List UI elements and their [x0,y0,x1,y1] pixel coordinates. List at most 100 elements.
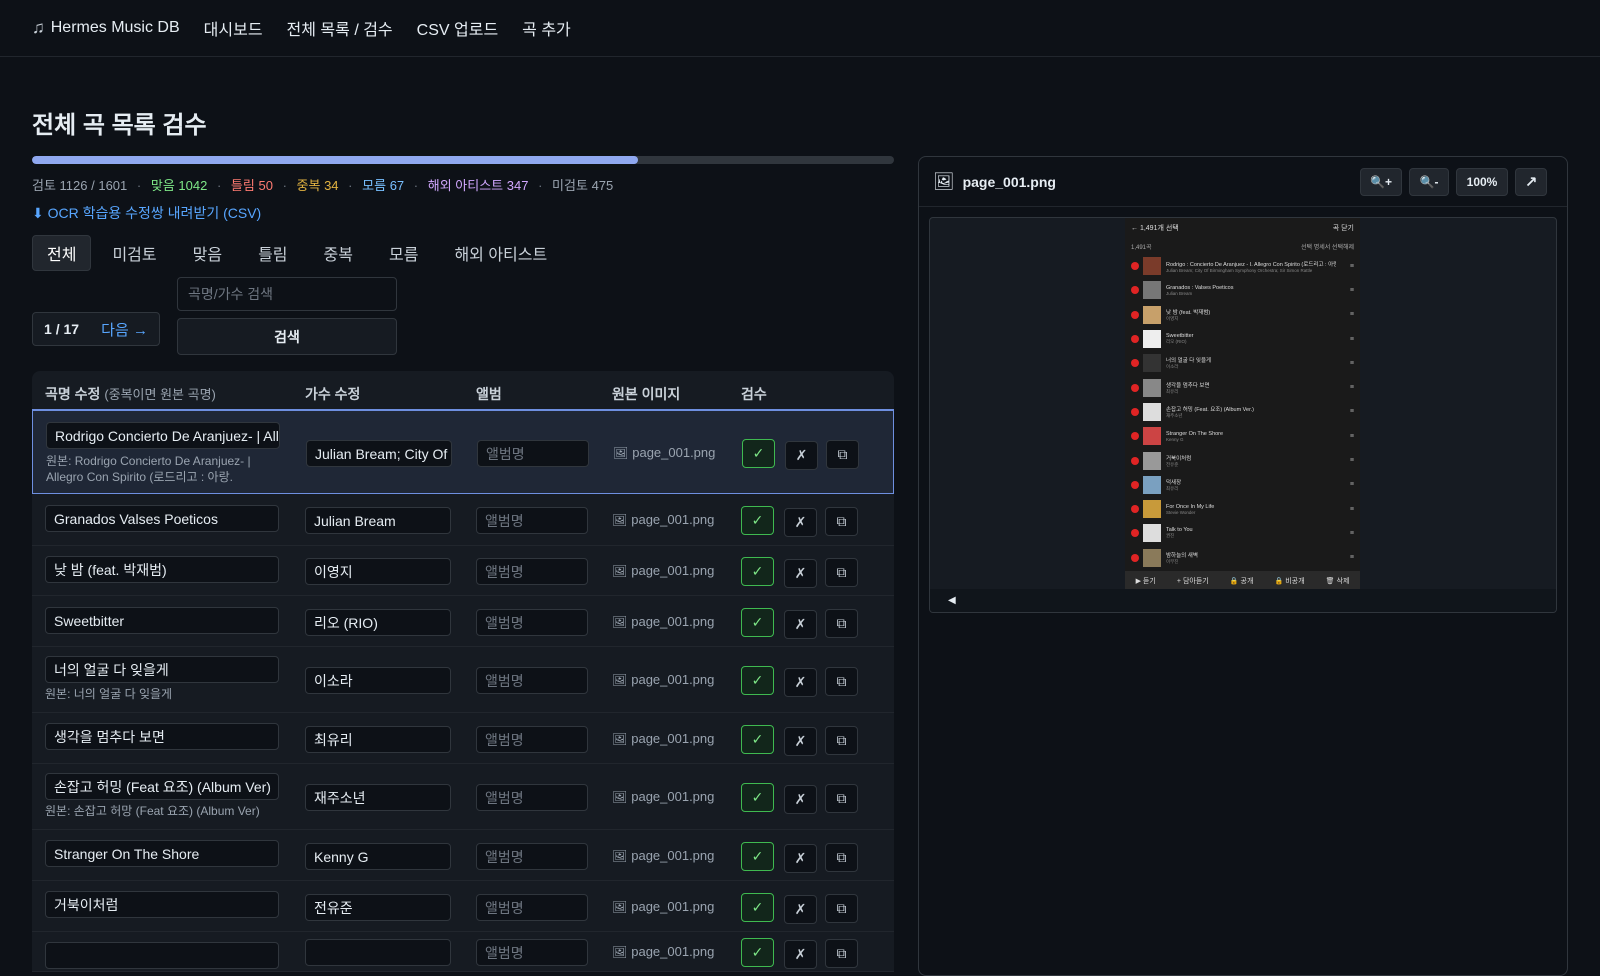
tab-foreign[interactable]: 해외 아티스트 [439,235,562,271]
tab-wrong[interactable]: 틀림 [243,235,302,271]
mark-correct-button[interactable]: ✓ [741,608,774,637]
mark-duplicate-button[interactable]: ⧉ [825,843,858,872]
artist-edit-input[interactable]: 이영지 [305,558,451,585]
artist-edit-input[interactable]: Julian Bream [305,507,451,534]
table-row[interactable]: Rodrigo Concierto De Aranjuez- | Allegro… [32,411,894,494]
artist-edit-input[interactable]: 재주소년 [305,784,451,811]
artist-edit-input[interactable] [305,939,451,966]
source-image-link[interactable]: 🖼 page_001.png [612,614,714,629]
mark-wrong-button[interactable]: ✗ [784,559,817,588]
album-input[interactable]: 앨범명 [476,558,588,585]
mark-wrong-button[interactable]: ✗ [784,727,817,756]
mark-correct-button[interactable]: ✓ [741,783,774,812]
nav-csv-upload[interactable]: CSV 업로드 [417,16,499,40]
title-edit-input[interactable]: Rodrigo Concierto De Aranjuez- | Allegro… [46,422,280,449]
search-button[interactable]: 검색 [177,318,397,355]
mark-wrong-button[interactable]: ✗ [785,441,818,470]
album-input[interactable]: 앨범명 [476,843,588,870]
mark-duplicate-button[interactable]: ⧉ [825,726,858,755]
mark-correct-button[interactable]: ✓ [741,938,774,967]
title-edit-input[interactable]: 거북이처럼 [45,891,279,918]
mark-correct-button[interactable]: ✓ [741,666,774,695]
mark-wrong-button[interactable]: ✗ [784,940,817,969]
table-row[interactable]: Stranger On The Shore Kenny G 앨범명 🖼 page… [32,830,894,881]
tab-ok[interactable]: 맞음 [178,235,237,271]
album-input[interactable]: 앨범명 [476,667,588,694]
title-edit-input[interactable]: 손잡고 허밍 (Feat 요조) (Album Ver) [45,773,279,800]
title-edit-input[interactable]: Sweetbitter [45,607,279,634]
mark-duplicate-button[interactable]: ⧉ [825,609,858,638]
mark-duplicate-button[interactable]: ⧉ [825,894,858,923]
title-edit-input[interactable]: 너의 얼굴 다 잊을게 [45,656,279,683]
zoom-out-button[interactable]: 🔍- [1409,168,1449,196]
album-input[interactable]: 앨범명 [476,939,588,966]
tab-pending[interactable]: 미검토 [97,235,171,271]
table-row[interactable]: 앨범명 🖼 page_001.png ✓ ✗ ⧉ [32,932,894,972]
nav-add-song[interactable]: 곡 추가 [522,16,571,40]
mark-wrong-button[interactable]: ✗ [784,610,817,639]
viewer-scrollbar[interactable]: ◀ [930,589,1556,612]
mark-duplicate-button[interactable]: ⧉ [825,667,858,696]
mark-correct-button[interactable]: ✓ [741,506,774,535]
open-external-button[interactable]: ↗ [1515,168,1547,196]
source-image-link[interactable]: 🖼 page_001.png [612,944,714,959]
mark-correct-button[interactable]: ✓ [741,842,774,871]
table-row[interactable]: 낮 밤 (feat. 박재범) 이영지 앨범명 🖼 page_001.png ✓… [32,546,894,596]
source-image-link[interactable]: 🖼 page_001.png [612,789,714,804]
next-page-link[interactable]: 다음 → [101,319,148,340]
mark-wrong-button[interactable]: ✗ [784,668,817,697]
source-image-link[interactable]: 🖼 page_001.png [612,512,714,527]
mark-wrong-button[interactable]: ✗ [784,844,817,873]
table-row[interactable]: 손잡고 허밍 (Feat 요조) (Album Ver) 원본: 손잡고 허망 … [32,764,894,830]
album-input[interactable]: 앨범명 [476,609,588,636]
title-edit-input[interactable]: Stranger On The Shore [45,840,279,867]
title-edit-input[interactable] [45,942,279,969]
album-input[interactable]: 앨범명 [477,440,589,467]
artist-edit-input[interactable]: 최유리 [305,726,451,753]
title-edit-input[interactable]: Granados Valses Poeticos [45,505,279,532]
artist-edit-input[interactable]: Kenny G [305,843,451,870]
title-edit-input[interactable]: 낮 밤 (feat. 박재범) [45,556,279,583]
table-row[interactable]: 생각을 멈추다 보면 최유리 앨범명 🖼 page_001.png ✓ ✗ ⧉ [32,713,894,764]
source-image-link[interactable]: 🖼 page_001.png [612,848,714,863]
mark-correct-button[interactable]: ✓ [742,439,775,468]
table-row[interactable]: Granados Valses Poeticos Julian Bream 앨범… [32,494,894,546]
artist-edit-input[interactable]: 리오 (RIO) [305,609,451,636]
source-image-link[interactable]: 🖼 page_001.png [612,672,714,687]
title-edit-input[interactable]: 생각을 멈추다 보면 [45,723,279,750]
mark-correct-button[interactable]: ✓ [741,725,774,754]
mark-duplicate-button[interactable]: ⧉ [825,507,858,536]
source-image-link[interactable]: 🖼 page_001.png [612,731,714,746]
brand[interactable]: ♫ Hermes Music DB [32,18,180,38]
artist-edit-input[interactable]: 이소라 [305,667,451,694]
image-viewer[interactable]: ← 1,491개 선택 곡 닫기 1,491곡 선택 명세서 선택해제 Rodr… [929,217,1557,613]
source-image-link[interactable]: 🖼 page_001.png [612,563,714,578]
download-csv-link[interactable]: ⬇ OCR 학습용 수정쌍 내려받기 (CSV) [32,203,261,223]
search-input[interactable] [177,277,397,311]
scroll-left-arrow-icon[interactable]: ◀ [948,595,956,606]
artist-edit-input[interactable]: 전유준 [305,894,451,921]
nav-dashboard[interactable]: 대시보드 [204,16,263,40]
source-image-link[interactable]: 🖼 page_001.png [613,445,715,460]
mark-duplicate-button[interactable]: ⧉ [825,558,858,587]
album-input[interactable]: 앨범명 [476,784,588,811]
mark-wrong-button[interactable]: ✗ [784,895,817,924]
mark-correct-button[interactable]: ✓ [741,557,774,586]
table-row[interactable]: 거북이처럼 전유준 앨범명 🖼 page_001.png ✓ ✗ ⧉ [32,881,894,932]
tab-dup[interactable]: 중복 [309,235,368,271]
album-input[interactable]: 앨범명 [476,894,588,921]
artist-edit-input[interactable]: Julian Bream; City Of [306,440,452,467]
table-row[interactable]: Sweetbitter 리오 (RIO) 앨범명 🖼 page_001.png … [32,596,894,647]
mark-wrong-button[interactable]: ✗ [784,785,817,814]
zoom-in-button[interactable]: 🔍+ [1360,168,1402,196]
mark-correct-button[interactable]: ✓ [741,893,774,922]
album-input[interactable]: 앨범명 [476,726,588,753]
source-image-link[interactable]: 🖼 page_001.png [612,899,714,914]
tab-unknown[interactable]: 모름 [374,235,433,271]
table-row[interactable]: 너의 얼굴 다 잊을게 원본: 너의 얼굴 다 잊을게 이소라 앨범명 🖼 pa… [32,647,894,713]
mark-duplicate-button[interactable]: ⧉ [826,440,859,469]
mark-duplicate-button[interactable]: ⧉ [825,784,858,813]
mark-duplicate-button[interactable]: ⧉ [825,939,858,968]
mark-wrong-button[interactable]: ✗ [784,508,817,537]
album-input[interactable]: 앨범명 [476,507,588,534]
